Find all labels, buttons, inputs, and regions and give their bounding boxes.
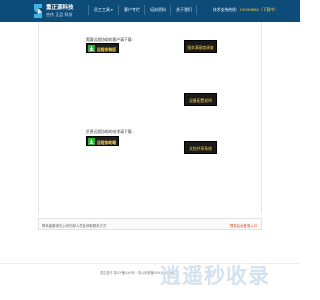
chevron-down-icon: ▾ — [111, 8, 113, 12]
download-icon — [88, 45, 95, 52]
download-icon — [88, 138, 95, 145]
main-content: 需要远程协助的客户请下载: 远程安装版 负责远程协助的技术请下载: 远程协助端 … — [38, 22, 262, 214]
admin-login-link[interactable]: 预览后台登录入口 — [230, 223, 257, 228]
nav-item-about[interactable]: 关于我们 — [176, 7, 192, 13]
nav-item-training[interactable]: 培训资料 — [150, 7, 166, 13]
download-button-label: 远程安装版 — [97, 46, 116, 52]
nav-divider — [196, 5, 197, 15]
site-logo[interactable]: 重正源科技 合作 正品 科技 — [32, 2, 82, 20]
nav-item-staff-tools[interactable]: 员工工具▾ — [94, 7, 113, 13]
side-button-label: 设备配置说明 — [189, 98, 212, 103]
nav-divider — [118, 5, 119, 15]
nav-divider — [144, 5, 145, 15]
side-button-label: 服务满意度调查 — [187, 45, 214, 50]
device-config-button[interactable]: 设备配置说明 — [184, 93, 217, 106]
download-button-label: 远程协助端 — [97, 139, 116, 145]
download-remote-assist-button[interactable]: 远程协助端 — [86, 136, 119, 146]
top-navigation-bar: 重正源科技 合作 正品 科技 员工工具▾ 客户专栏 培训资料 关于我们 技术支持… — [0, 0, 300, 22]
nav-item-customers[interactable]: 客户专栏 — [124, 7, 140, 13]
download-prompt-technician: 负责远程协助的技术请下载: — [86, 129, 133, 134]
hotline-number: 15099880（下载中） — [239, 7, 278, 12]
document-share-button[interactable]: 文档共享系统 — [184, 141, 217, 154]
hotline-label: 技术支持热线： — [213, 7, 240, 12]
nav-divider — [170, 5, 171, 15]
logo-name: 重正源科技 — [46, 5, 74, 11]
nav-item-label: 客户专栏 — [124, 7, 140, 12]
footer-notice: 联系客服请在公司内部人员处获取联系方式 预览后台登录入口 — [38, 218, 262, 230]
nav-divider — [88, 5, 89, 15]
support-hotline: 技术支持热线：15099880（下载中） — [213, 7, 278, 13]
satisfaction-survey-button[interactable]: 服务满意度调查 — [184, 40, 217, 53]
side-button-label: 文档共享系统 — [189, 146, 212, 151]
watermark-text: 逍遥秒收录 — [160, 264, 270, 288]
nav-item-label: 培训资料 — [150, 7, 166, 12]
nav-item-label: 员工工具 — [94, 7, 110, 12]
logo-tagline: 合作 正品 科技 — [46, 12, 73, 17]
logo-mark-icon — [34, 4, 42, 18]
footer-note: 联系客服请在公司内部人员处获取联系方式 — [42, 223, 107, 228]
download-remote-install-button[interactable]: 远程安装版 — [86, 43, 119, 53]
nav-item-label: 关于我们 — [176, 7, 192, 12]
